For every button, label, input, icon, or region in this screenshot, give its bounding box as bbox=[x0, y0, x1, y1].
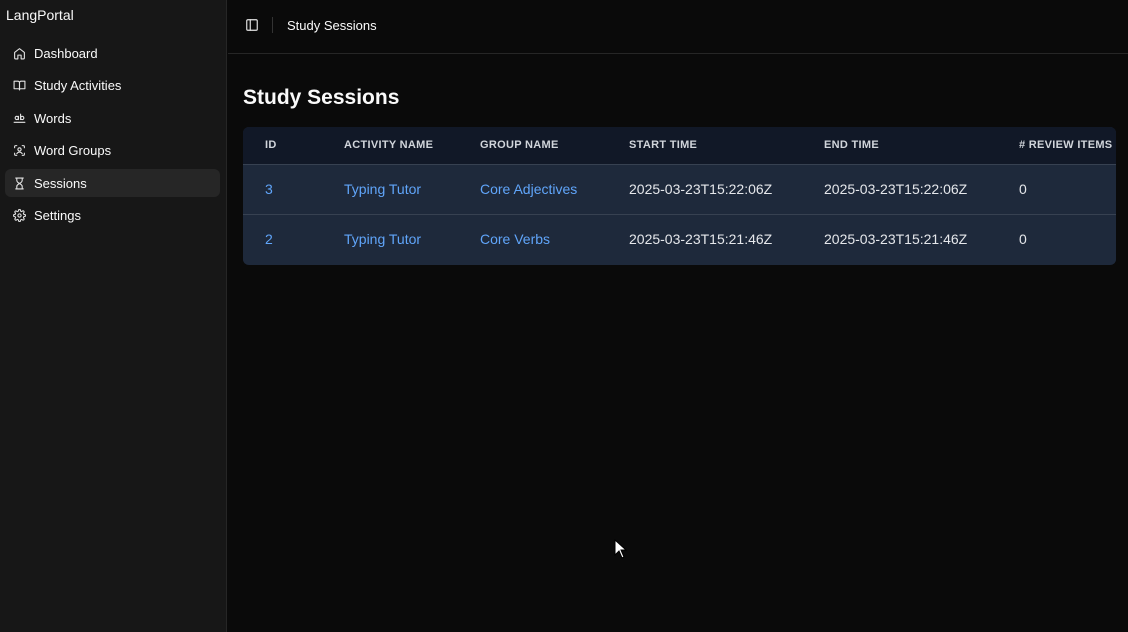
app: LangPortal Dashboard Study Activities Wo… bbox=[0, 0, 1128, 632]
sessions-table: ID ACTIVITY NAME GROUP NAME START TIME E… bbox=[243, 127, 1116, 265]
home-icon bbox=[12, 46, 26, 60]
sidebar-item-label: Settings bbox=[34, 208, 81, 223]
column-header-review-items[interactable]: # REVIEW ITEMS bbox=[1019, 127, 1116, 165]
top-header: Study Sessions bbox=[228, 0, 1128, 54]
gear-icon bbox=[12, 209, 26, 223]
sidebar-item-words[interactable]: Words bbox=[5, 104, 220, 132]
activity-name-link[interactable]: Typing Tutor bbox=[344, 181, 421, 197]
end-time-cell: 2025-03-23T15:22:06Z bbox=[824, 181, 968, 197]
column-header-start-time[interactable]: START TIME bbox=[629, 127, 824, 165]
sidebar-item-label: Dashboard bbox=[34, 45, 98, 61]
sidebar-item-label: Study Activities bbox=[34, 78, 122, 93]
start-time-cell: 2025-03-23T15:22:06Z bbox=[629, 181, 773, 197]
sidebar-item-word-groups[interactable]: Word Groups bbox=[5, 137, 220, 165]
activity-name-link[interactable]: Typing Tutor bbox=[344, 231, 421, 247]
sidebar-item-sessions[interactable]: Sessions bbox=[5, 169, 220, 197]
sidebar-toggle-icon[interactable] bbox=[245, 18, 259, 32]
hourglass-icon bbox=[12, 176, 26, 190]
sidebar-item-study-activities[interactable]: Study Activities bbox=[5, 72, 220, 100]
sidebar-item-label: Word Groups bbox=[34, 143, 112, 158]
group-icon bbox=[12, 144, 26, 158]
whole-word-icon bbox=[12, 111, 26, 125]
page-title: Study Sessions bbox=[243, 86, 400, 109]
sidebar: LangPortal Dashboard Study Activities Wo… bbox=[0, 0, 227, 632]
table-header-row: ID ACTIVITY NAME GROUP NAME START TIME E… bbox=[243, 127, 1116, 165]
book-open-icon bbox=[12, 79, 26, 93]
breadcrumb: Study Sessions bbox=[287, 18, 377, 33]
review-items-cell: 0 bbox=[1019, 181, 1027, 197]
sidebar-item-settings[interactable]: Settings bbox=[5, 202, 220, 230]
group-name-link[interactable]: Core Adjectives bbox=[480, 181, 577, 197]
review-items-cell: 0 bbox=[1019, 213, 1116, 264]
column-header-group-name[interactable]: GROUP NAME bbox=[480, 127, 629, 165]
header-divider bbox=[272, 17, 273, 33]
sidebar-item-label: Sessions bbox=[34, 175, 87, 191]
sidebar-item-label: Words bbox=[34, 110, 72, 126]
table-row: 3 Typing Tutor Core Adjectives 2025-03-2… bbox=[243, 164, 1116, 214]
session-id-link[interactable]: 3 bbox=[265, 181, 273, 197]
sidebar-nav: Dashboard Study Activities Words Word Gr… bbox=[5, 39, 220, 234]
column-header-id[interactable]: ID bbox=[243, 127, 344, 165]
start-time-cell: 2025-03-23T15:21:46Z bbox=[629, 213, 824, 264]
end-time-cell: 2025-03-23T15:21:46Z bbox=[824, 213, 1019, 264]
sidebar-item-dashboard[interactable]: Dashboard bbox=[5, 39, 220, 67]
session-id-link[interactable]: 2 bbox=[265, 231, 273, 247]
table-row: 2 Typing Tutor Core Verbs 2025-03-23T15:… bbox=[243, 213, 1116, 264]
column-header-end-time[interactable]: END TIME bbox=[824, 127, 1019, 165]
mouse-cursor-icon bbox=[614, 538, 628, 559]
column-header-activity-name[interactable]: ACTIVITY NAME bbox=[344, 127, 480, 165]
group-name-link[interactable]: Core Verbs bbox=[480, 231, 550, 247]
brand-name: LangPortal bbox=[6, 7, 74, 23]
